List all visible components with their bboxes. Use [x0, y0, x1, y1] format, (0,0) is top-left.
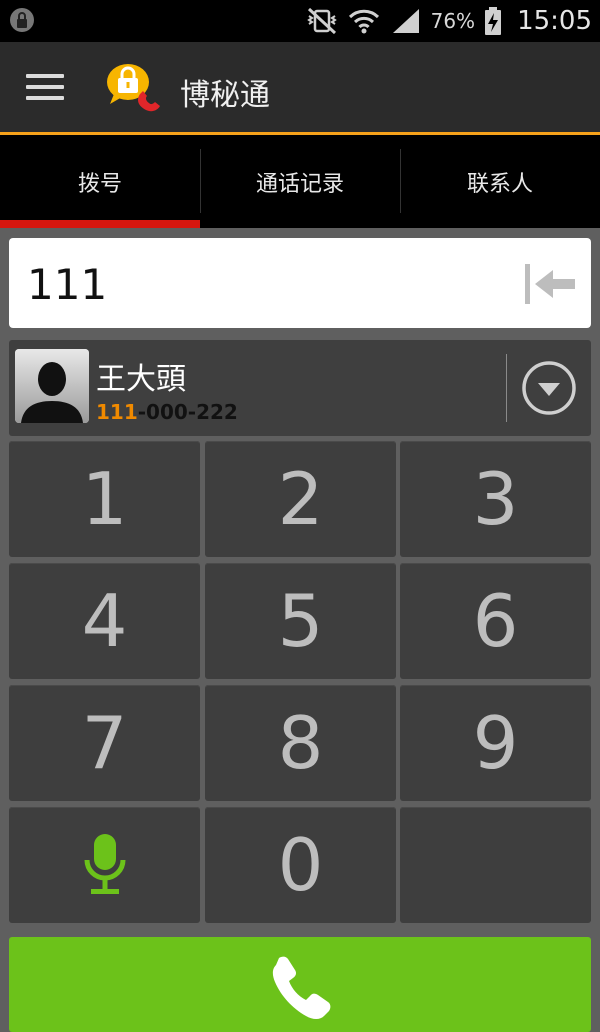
- key-digit: 7: [81, 701, 128, 785]
- key-3[interactable]: 3: [400, 441, 591, 557]
- remaining-digits: -000-222: [137, 400, 238, 424]
- backspace-icon[interactable]: [523, 262, 577, 306]
- contact-name: 王大頭: [96, 362, 186, 397]
- chevron-down-circle-icon[interactable]: [521, 360, 577, 416]
- clock: 15:05: [517, 6, 592, 36]
- battery-percent: 76%: [430, 9, 476, 33]
- app-bar: 博秘通: [0, 42, 600, 135]
- person-silhouette-icon: [15, 349, 89, 423]
- lock-phone-logo-icon: [107, 64, 160, 112]
- call-button[interactable]: [9, 937, 591, 1032]
- key-1[interactable]: 1: [9, 441, 200, 557]
- key-digit: 3: [472, 457, 519, 541]
- wifi-icon: [348, 9, 379, 34]
- tab-dialpad[interactable]: 拨号: [0, 135, 200, 228]
- signal-icon: [392, 9, 419, 33]
- voice-input-button[interactable]: [9, 807, 200, 923]
- key-digit: 1: [81, 457, 128, 541]
- number-display: [9, 238, 591, 328]
- key-digit: 6: [472, 579, 519, 663]
- key-digit: 8: [277, 701, 324, 785]
- key-2[interactable]: 2: [205, 441, 396, 557]
- key-4[interactable]: 4: [9, 563, 200, 679]
- key-digit: 4: [81, 579, 128, 663]
- key-8[interactable]: 8: [205, 685, 396, 801]
- contact-suggestion[interactable]: 王大頭 111-000-222: [9, 340, 591, 436]
- key-digit: 2: [277, 457, 324, 541]
- tab-contacts[interactable]: 联系人: [400, 135, 600, 228]
- key-digit: 0: [277, 823, 324, 907]
- key-5[interactable]: 5: [205, 563, 396, 679]
- notification-app-icon: [10, 8, 34, 32]
- tab-call-log[interactable]: 通话记录: [200, 135, 400, 228]
- key-digit: 9: [472, 701, 519, 785]
- hamburger-menu-icon[interactable]: [26, 74, 64, 102]
- mute-vibrate-icon: [306, 7, 337, 35]
- microphone-icon: [84, 834, 125, 894]
- battery-charging-icon: [485, 7, 502, 35]
- status-icons: 76% 15:05: [305, 0, 592, 42]
- tab-bar: 拨号 通话记录 联系人: [0, 135, 600, 228]
- key-blank[interactable]: [400, 807, 591, 923]
- contact-number: 111-000-222: [96, 400, 238, 424]
- app-title: 博秘通: [180, 78, 270, 113]
- key-6[interactable]: 6: [400, 563, 591, 679]
- divider: [506, 354, 507, 422]
- key-digit: 5: [277, 579, 324, 663]
- status-bar: 76% 15:05: [0, 0, 600, 42]
- matched-digits: 111: [96, 400, 138, 424]
- key-9[interactable]: 9: [400, 685, 591, 801]
- key-7[interactable]: 7: [9, 685, 200, 801]
- phone-icon: [272, 956, 331, 1019]
- dialed-number-input[interactable]: [25, 248, 499, 320]
- key-0[interactable]: 0: [205, 807, 396, 923]
